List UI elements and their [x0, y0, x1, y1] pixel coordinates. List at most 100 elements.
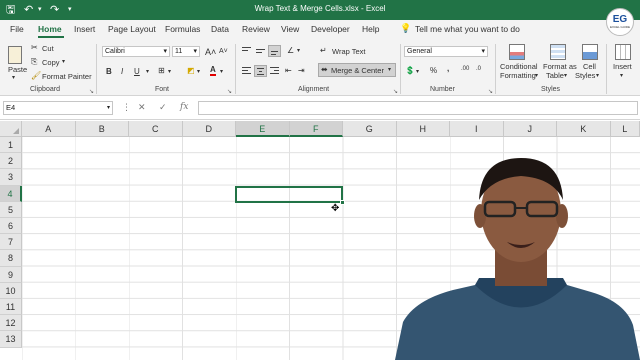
middle-align-icon[interactable] [254, 45, 267, 57]
bold-icon[interactable]: B [106, 67, 112, 76]
conditional-formatting-icon[interactable] [509, 44, 525, 60]
font-launcher-icon[interactable]: ↘ [227, 88, 232, 95]
tab-page-layout[interactable]: Page Layout [108, 24, 156, 34]
enter-icon[interactable]: ✓ [159, 102, 167, 113]
copy-button[interactable]: Copy [42, 58, 60, 67]
borders-dropdown-icon[interactable]: ▾ [168, 68, 171, 75]
tab-formulas[interactable]: Formulas [165, 24, 200, 34]
cancel-icon[interactable]: ✕ [138, 102, 146, 113]
italic-icon[interactable]: I [121, 67, 123, 76]
increase-indent-icon[interactable]: ⇥ [298, 66, 305, 75]
accounting-format-icon[interactable]: 💲 [405, 66, 415, 75]
increase-decimal-icon[interactable]: .00 [461, 66, 469, 72]
wrap-text-icon[interactable]: ↵ [320, 46, 327, 55]
paste-icon[interactable] [8, 46, 22, 64]
row-header-4[interactable]: 4 [0, 185, 22, 202]
underline-icon[interactable]: U [134, 67, 140, 76]
tab-developer[interactable]: Developer [311, 24, 350, 34]
row-header-3[interactable]: 3 [0, 169, 22, 186]
column-header-c[interactable]: C [129, 121, 183, 137]
paste-button[interactable]: Paste [8, 65, 27, 74]
format-as-label[interactable]: Format as [543, 62, 577, 71]
row-header-5[interactable]: 5 [0, 201, 22, 218]
column-header-j[interactable]: J [503, 121, 557, 137]
font-size-select[interactable]: 11 ▾ [172, 46, 200, 57]
decrease-decimal-icon[interactable]: .0 [476, 66, 481, 72]
number-format-select[interactable]: General ▾ [404, 46, 488, 57]
row-header-2[interactable]: 2 [0, 153, 22, 170]
font-name-select[interactable]: Calibri ▾ [102, 46, 170, 57]
tab-data[interactable]: Data [211, 24, 229, 34]
fill-handle[interactable] [340, 200, 345, 205]
cell-styles-label[interactable]: Styles [575, 71, 595, 80]
table-label[interactable]: Table [546, 71, 564, 80]
align-center-icon[interactable] [254, 65, 267, 77]
row-header-10[interactable]: 10 [0, 282, 22, 299]
alignment-launcher-icon[interactable]: ↘ [393, 88, 398, 95]
cell-label[interactable]: Cell [583, 62, 596, 71]
comma-style-icon[interactable]: , [447, 64, 449, 73]
wrap-text-button[interactable]: Wrap Text [332, 47, 366, 56]
column-header-d[interactable]: D [182, 121, 236, 137]
tab-home[interactable]: Home [38, 24, 62, 34]
increase-font-icon[interactable]: A˄ [205, 47, 216, 57]
accounting-dropdown-icon[interactable]: ▾ [416, 68, 419, 75]
row-header-7[interactable]: 7 [0, 234, 22, 251]
column-header-h[interactable]: H [396, 121, 450, 137]
paste-dropdown-icon[interactable]: ▾ [12, 74, 15, 81]
bottom-align-icon[interactable] [268, 45, 281, 57]
copy-dropdown-icon[interactable]: ▾ [62, 58, 65, 65]
format-painter-icon[interactable]: 🖌 [31, 71, 41, 80]
number-launcher-icon[interactable]: ↘ [488, 88, 493, 95]
cut-button[interactable]: Cut [42, 44, 54, 53]
align-right-icon[interactable] [268, 65, 281, 77]
row-header-1[interactable]: 1 [0, 137, 22, 154]
formatting-label[interactable]: Formatting [500, 71, 536, 80]
format-as-table-icon[interactable] [550, 44, 566, 60]
tab-review[interactable]: Review [242, 24, 270, 34]
row-header-13[interactable]: 13 [0, 331, 22, 348]
decrease-indent-icon[interactable]: ⇤ [285, 66, 292, 75]
insert-function-icon[interactable]: fx [180, 102, 188, 112]
conditional-label[interactable]: Conditional [500, 62, 538, 71]
underline-dropdown-icon[interactable]: ▾ [146, 68, 149, 75]
column-header-k[interactable]: K [557, 121, 611, 137]
selected-range[interactable] [235, 185, 343, 203]
top-align-icon[interactable] [240, 45, 253, 57]
column-header-f[interactable]: F [289, 121, 343, 137]
borders-icon[interactable]: ⊞ [158, 66, 165, 75]
tab-view[interactable]: View [281, 24, 299, 34]
percent-style-icon[interactable]: % [430, 66, 437, 75]
column-header-e[interactable]: E [236, 121, 290, 137]
row-header-12[interactable]: 12 [0, 315, 22, 332]
tab-file[interactable]: File [10, 24, 24, 34]
tab-help[interactable]: Help [362, 24, 379, 34]
row-header-6[interactable]: 6 [0, 218, 22, 235]
font-color-dropdown-icon[interactable]: ▾ [220, 68, 223, 75]
row-header-8[interactable]: 8 [0, 250, 22, 267]
formula-input[interactable] [198, 101, 638, 115]
fill-dropdown-icon[interactable]: ▾ [197, 68, 200, 75]
column-header-b[interactable]: B [75, 121, 129, 137]
orientation-icon[interactable]: ∠ [287, 46, 294, 55]
select-all-button[interactable] [0, 121, 22, 137]
tab-insert[interactable]: Insert [74, 24, 95, 34]
font-color-icon[interactable]: A [210, 65, 216, 76]
copy-icon[interactable]: ⎘ [31, 57, 37, 67]
insert-cells-icon[interactable] [615, 44, 631, 60]
orientation-dropdown-icon[interactable]: ▾ [297, 47, 300, 54]
format-painter-button[interactable]: Format Painter [42, 72, 92, 81]
cut-icon[interactable]: ✂ [31, 43, 38, 52]
row-header-9[interactable]: 9 [0, 266, 22, 283]
column-header-i[interactable]: I [450, 121, 504, 137]
align-left-icon[interactable] [240, 65, 253, 77]
clipboard-launcher-icon[interactable]: ↘ [89, 88, 94, 95]
merge-center-button[interactable]: ⬌ Merge & Center ▾ [318, 63, 396, 77]
decrease-font-icon[interactable]: A˅ [219, 48, 228, 55]
column-header-l[interactable]: L [610, 121, 640, 137]
cell-styles-icon[interactable] [582, 44, 598, 60]
name-box[interactable]: E4 ▾ [3, 101, 113, 115]
row-header-11[interactable]: 11 [0, 299, 22, 316]
fill-color-icon[interactable]: ◩ [187, 66, 195, 75]
tell-me-search[interactable]: Tell me what you want to do [415, 24, 520, 34]
